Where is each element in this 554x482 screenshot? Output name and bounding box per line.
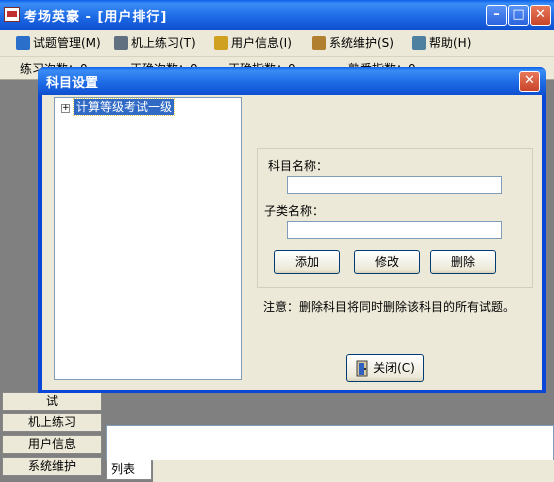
menu-question-manage[interactable]: 试题管理(M) [16, 34, 101, 52]
tools-icon [312, 36, 326, 50]
maximize-button[interactable]: □ [508, 5, 529, 26]
menu-bar: 试题管理(M) 机上练习(T) 用户信息(I) 系统维护(S) 帮助(H) [0, 30, 554, 57]
dialog-title: 科目设置 [46, 76, 99, 91]
door-icon [356, 360, 368, 377]
menu-help[interactable]: 帮助(H) [412, 34, 471, 52]
nav-button-questions[interactable]: 试 [2, 392, 102, 411]
tree-expand-icon[interactable]: + [61, 104, 70, 113]
menu-system[interactable]: 系统维护(S) [312, 34, 394, 52]
tab-strip-background [153, 460, 554, 482]
book-icon [16, 36, 30, 50]
dialog-close-icon[interactable]: ✕ [519, 71, 540, 92]
subclass-name-input[interactable] [287, 221, 502, 239]
help-book-icon [412, 36, 426, 50]
subject-name-input[interactable] [287, 176, 502, 194]
dialog-body: + 计算等级考试一级 科目名称： 子类名称： 添加 修改 删除 注意：删除科目将… [42, 95, 542, 390]
tab-list[interactable]: 列表 [106, 460, 152, 480]
edit-button[interactable]: 修改 [354, 250, 420, 274]
main-title-bar: 考场英豪 - [用户排行] – □ ✕ [0, 0, 554, 30]
document-icon [214, 36, 228, 50]
list-panel [106, 425, 554, 461]
computer-icon [114, 36, 128, 50]
menu-practice[interactable]: 机上练习(T) [114, 34, 196, 52]
menu-label: 系统维护(S) [329, 36, 394, 50]
minimize-button[interactable]: – [486, 5, 507, 26]
app-icon [4, 7, 20, 22]
subject-name-label: 科目名称： [268, 159, 329, 173]
close-button-label: 关闭(C) [373, 361, 415, 375]
tree-node-root[interactable]: 计算等级考试一级 [72, 98, 176, 116]
close-button[interactable]: 关闭(C) [346, 354, 424, 382]
add-button[interactable]: 添加 [274, 250, 340, 274]
subject-tree[interactable]: + 计算等级考试一级 [54, 97, 242, 380]
window-title: 考场英豪 - [用户排行] [24, 10, 168, 25]
subclass-name-label: 子类名称： [264, 204, 325, 218]
subject-form-group: 科目名称： 子类名称： 添加 修改 删除 [257, 148, 533, 288]
menu-label: 帮助(H) [429, 36, 472, 50]
subject-settings-dialog: 科目设置 ✕ + 计算等级考试一级 科目名称： 子类名称： 添加 修改 删除 注… [38, 67, 546, 393]
menu-user-info[interactable]: 用户信息(I) [214, 34, 292, 52]
delete-button[interactable]: 删除 [430, 250, 496, 274]
menu-label: 机上练习(T) [131, 36, 196, 50]
menu-label: 试题管理(M) [33, 36, 101, 50]
nav-button-practice[interactable]: 机上练习 [2, 413, 102, 432]
nav-button-user-info[interactable]: 用户信息 [2, 435, 102, 454]
dialog-title-bar: 科目设置 ✕ [38, 67, 546, 95]
nav-button-system[interactable]: 系统维护 [2, 457, 102, 476]
close-window-button[interactable]: ✕ [530, 5, 551, 26]
menu-label: 用户信息(I) [231, 36, 292, 50]
delete-warning-note: 注意：删除科目将同时删除该科目的所有试题。 [263, 300, 516, 314]
